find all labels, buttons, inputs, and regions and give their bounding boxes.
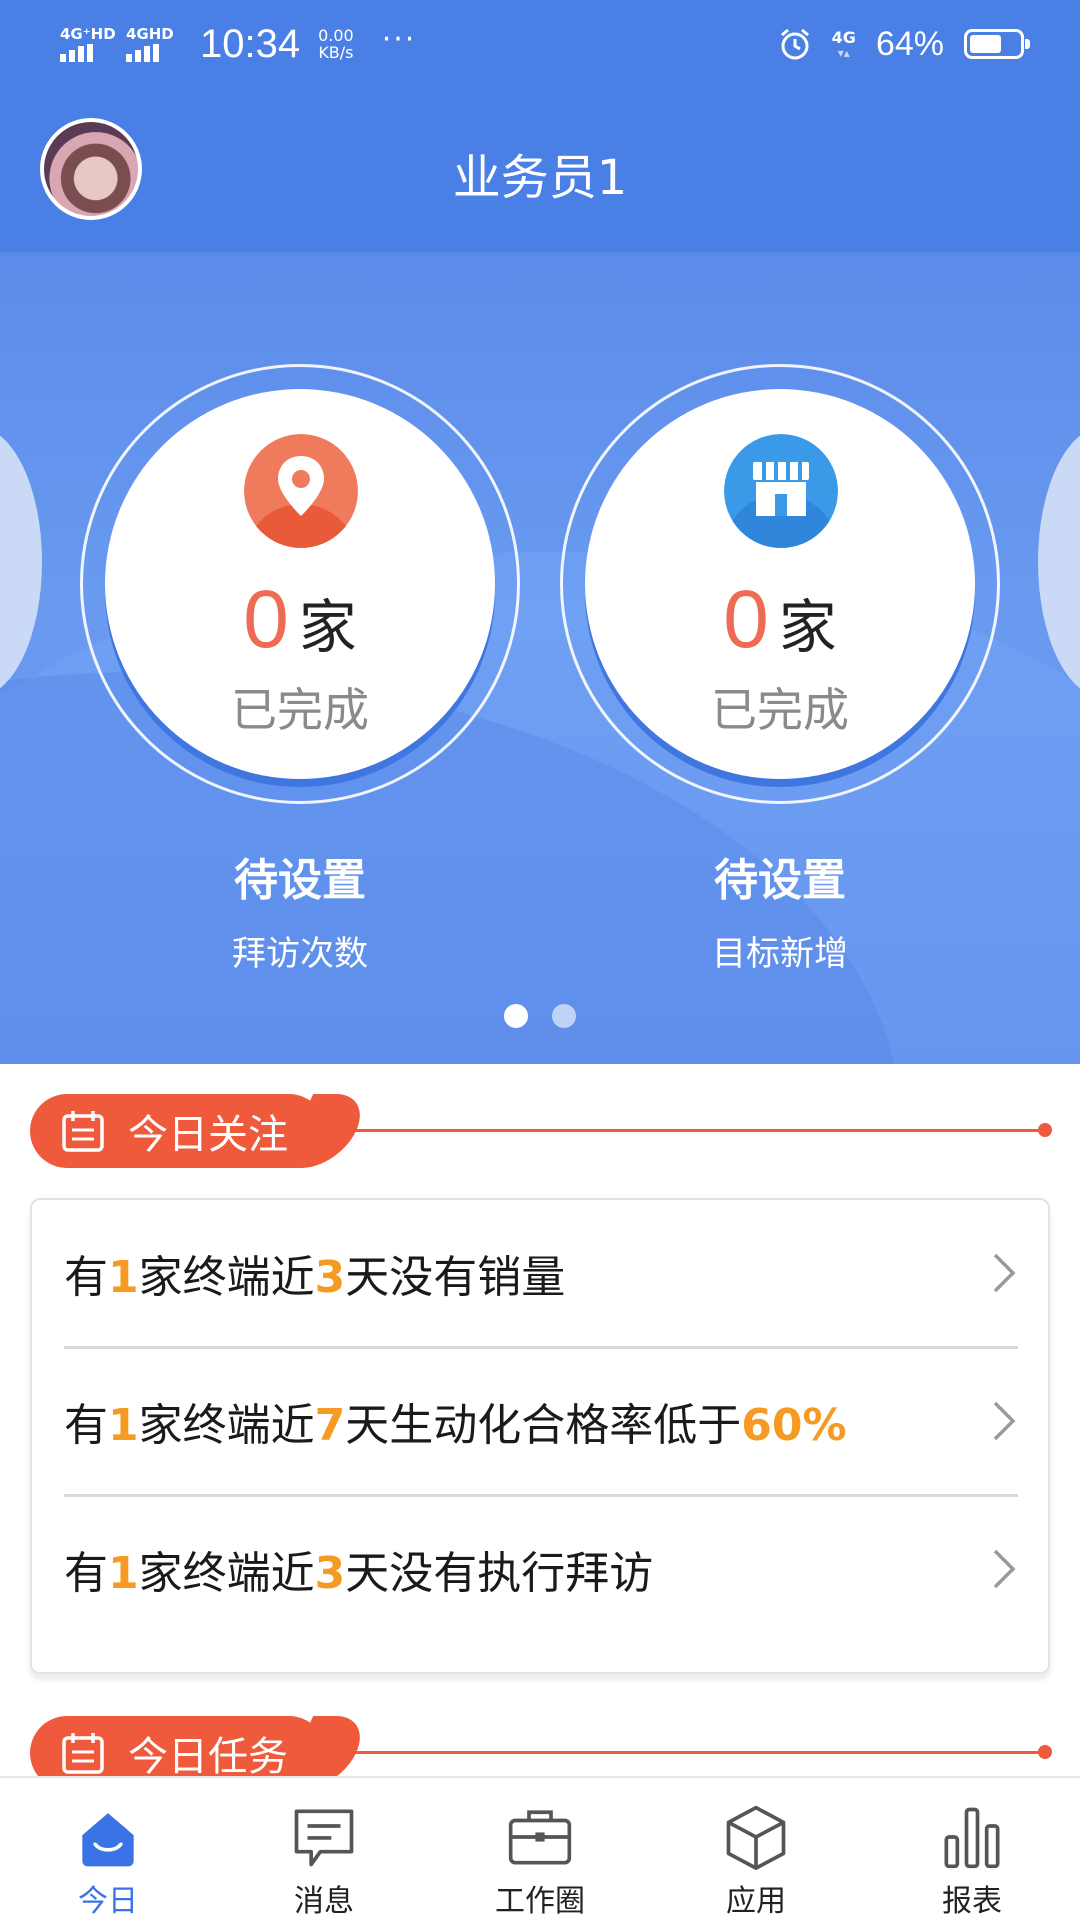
- battery-icon: [964, 29, 1030, 59]
- completed-label: 已完成: [231, 683, 369, 737]
- focus-section-header: 今日关注: [30, 1094, 1052, 1168]
- calendar-icon: [62, 1733, 104, 1774]
- completed-count: 0: [723, 574, 769, 665]
- alert-text: 有1家终端近3天没有执行拜访: [64, 1548, 654, 1599]
- chevron-right-icon: [993, 1549, 1016, 1589]
- bar-chart-icon: [944, 1807, 1000, 1869]
- clock: 10:34: [200, 21, 301, 66]
- network-speed-value: 0.00: [318, 26, 354, 45]
- completed-label: 已完成: [711, 683, 849, 737]
- alert-text: 有1家终端近7天生动化合格率低于60%: [64, 1400, 847, 1451]
- cube-icon: [726, 1805, 786, 1870]
- page-dot-1[interactable]: [504, 1004, 528, 1028]
- network-speed: 0.00 KB/s: [318, 27, 354, 61]
- calendar-icon: [62, 1111, 104, 1152]
- signal-bars-icon: [60, 44, 93, 62]
- chevron-right-icon: [993, 1401, 1016, 1441]
- completed-unit: 家: [298, 593, 357, 661]
- focus-list-card: 有1家终端近3天没有销量 有1家终端近7天生动化合格率低于60% 有1家终端近3…: [30, 1198, 1050, 1674]
- completed-count: 0: [243, 574, 289, 665]
- alarm-clock-icon: [780, 28, 809, 60]
- card-circle: 0 家 已完成: [585, 389, 975, 779]
- next-card-peek: [1038, 427, 1080, 697]
- new-target-card[interactable]: 0 家 已完成 待设置 目标新增: [560, 364, 1000, 975]
- network-speed-unit: KB/s: [318, 43, 354, 62]
- home-icon: [82, 1813, 134, 1867]
- tab-label: 应用: [726, 1884, 786, 1919]
- tab-apps[interactable]: 应用: [648, 1778, 864, 1920]
- tab-today[interactable]: 今日: [0, 1778, 216, 1920]
- tab-work-circle[interactable]: 工作圈: [432, 1778, 648, 1920]
- completed-value: 0 家: [585, 579, 975, 664]
- sim1-label: 4G⁺HD: [60, 25, 116, 43]
- sim2-label: 4GHD: [126, 25, 174, 43]
- signal-bars-icon: [126, 44, 159, 62]
- tab-label: 工作圈: [495, 1884, 585, 1919]
- metric-name: 目标新增: [712, 934, 848, 974]
- section-line-end-dot: [1038, 1123, 1052, 1137]
- section-line-end-dot: [1038, 1745, 1052, 1759]
- store-icon: [724, 434, 838, 548]
- card-ring: 0 家 已完成: [80, 364, 520, 804]
- tab-reports[interactable]: 报表: [864, 1778, 1080, 1920]
- page-dot-2[interactable]: [552, 1004, 576, 1028]
- battery-level: [970, 35, 1001, 53]
- card-ring: 0 家 已完成: [560, 364, 1000, 804]
- target-status: 待设置: [714, 855, 846, 906]
- data-arrows-icon: ▾▴: [837, 46, 850, 60]
- chevron-right-icon: [993, 1253, 1016, 1293]
- message-icon: [294, 1809, 354, 1867]
- battery-percent: 64%: [875, 24, 944, 63]
- summary-carousel[interactable]: 0 家 已完成 待设置 拜访次数 0 家 已完成 待设置 目标新增: [0, 252, 1080, 1064]
- more-notifications-icon: ···: [381, 21, 417, 57]
- sim2-signal: 4GHD: [126, 26, 178, 62]
- network-type: 4G: [831, 28, 856, 47]
- alert-text: 有1家终端近3天没有销量: [64, 1252, 566, 1303]
- tab-label: 消息: [294, 1884, 354, 1919]
- alert-row[interactable]: 有1家终端近3天没有销量: [64, 1200, 1018, 1346]
- section-divider-line: [330, 1751, 1044, 1754]
- card-circle: 0 家 已完成: [105, 389, 495, 779]
- tab-label: 今日: [78, 1884, 138, 1919]
- mobile-data-indicator: 4G ▾▴: [831, 28, 856, 60]
- completed-unit: 家: [778, 593, 837, 661]
- section-divider-line: [330, 1129, 1044, 1132]
- location-pin-icon: [244, 434, 358, 548]
- status-bar: 4G⁺HD 4GHD 10:34 0.00 KB/s ··· 4G ▾▴ 64%: [0, 0, 1080, 88]
- carousel-pagination: [0, 1004, 1080, 1028]
- section-title: 今日关注: [128, 1112, 288, 1158]
- alert-row[interactable]: 有1家终端近7天生动化合格率低于60%: [64, 1348, 1018, 1494]
- tab-messages[interactable]: 消息: [216, 1778, 432, 1920]
- alert-row[interactable]: 有1家终端近3天没有执行拜访: [64, 1496, 1018, 1642]
- section-tab: 今日关注: [30, 1094, 326, 1168]
- sim1-signal: 4G⁺HD: [60, 26, 116, 62]
- bottom-tab-bar: 今日 消息 工作圈 应用 报表: [0, 1776, 1080, 1920]
- visit-count-card[interactable]: 0 家 已完成 待设置 拜访次数: [80, 364, 520, 975]
- tab-label: 报表: [942, 1884, 1002, 1919]
- status-bar-right: 4G ▾▴ 64%: [778, 24, 1030, 64]
- page-title: 业务员1: [452, 150, 628, 206]
- briefcase-icon: [508, 1810, 572, 1865]
- metric-name: 拜访次数: [232, 934, 368, 974]
- completed-value: 0 家: [105, 579, 495, 664]
- previous-card-peek: [0, 427, 42, 697]
- screen: 4G⁺HD 4GHD 10:34 0.00 KB/s ··· 4G ▾▴ 64%…: [0, 0, 1080, 1920]
- section-title: 今日任务: [128, 1734, 288, 1780]
- target-status: 待设置: [234, 855, 366, 906]
- status-bar-left: 4G⁺HD 4GHD 10:34 0.00 KB/s ···: [60, 22, 416, 67]
